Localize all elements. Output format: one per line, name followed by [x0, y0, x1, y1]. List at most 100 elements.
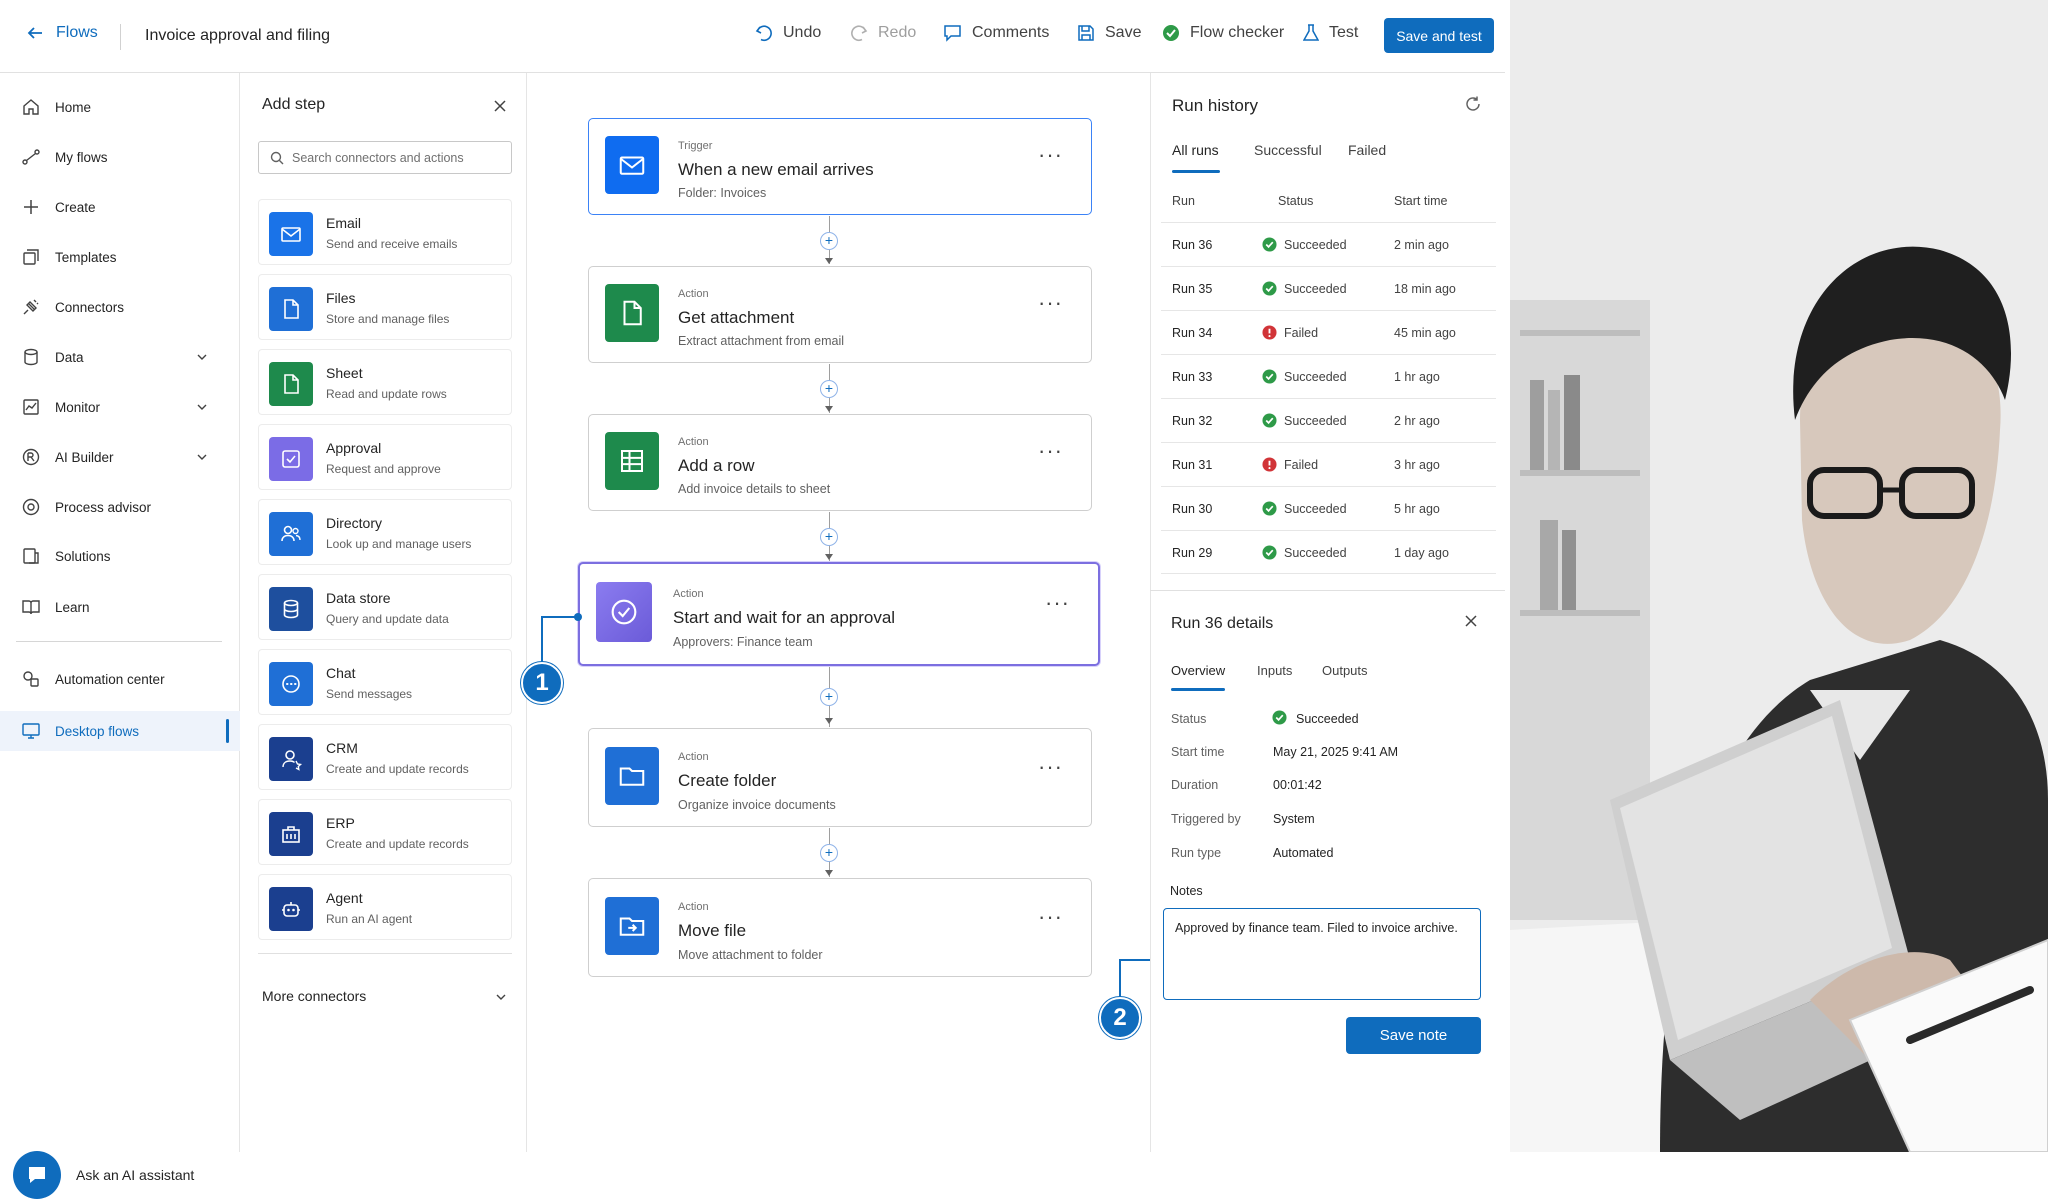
flow-step-trigger[interactable]: Trigger When a new email arrives Folder:…	[588, 118, 1092, 215]
more-connectors-toggle[interactable]: More connectors	[262, 988, 366, 1004]
table-row[interactable]: Run 31 Failed 3 hr ago	[1161, 442, 1496, 486]
redo-button[interactable]: Redo	[850, 24, 916, 42]
file-icon	[623, 300, 642, 326]
more-options-icon[interactable]: ···	[1038, 144, 1063, 166]
chat-connector-tile	[269, 662, 313, 706]
success-check-icon	[1262, 237, 1277, 252]
undo-button[interactable]: Undo	[755, 24, 821, 42]
nav-item-templates[interactable]: Templates	[0, 237, 240, 277]
nav-label: AI Builder	[55, 449, 114, 465]
close-icon[interactable]	[1464, 614, 1478, 628]
nav-item-create[interactable]: Create	[0, 187, 240, 227]
add-step-plus-button[interactable]: +	[820, 688, 838, 706]
ai-assistant-button[interactable]	[13, 1151, 61, 1199]
nav-item-my-flows[interactable]: My flows	[0, 137, 240, 177]
success-check-icon	[1262, 413, 1277, 428]
step-kind: Action	[678, 288, 709, 300]
tab-overview[interactable]: Overview	[1171, 663, 1225, 678]
tab-underline	[1171, 688, 1225, 691]
callout-badge-2: 2	[1099, 997, 1141, 1039]
chevron-down-icon[interactable]	[495, 991, 507, 1003]
nav-item-data[interactable]: Data	[0, 337, 240, 377]
table-row[interactable]: Run 32 Succeeded 2 hr ago	[1161, 398, 1496, 442]
table-row[interactable]: Run 29 Succeeded 1 day ago	[1161, 530, 1496, 574]
nav-item-connectors[interactable]: Connectors	[0, 287, 240, 327]
directory-connector-tile	[269, 512, 313, 556]
nav-item-solutions[interactable]: Solutions	[0, 536, 240, 576]
tab-failed[interactable]: Failed	[1348, 142, 1386, 158]
automation-center-icon	[23, 671, 39, 687]
ai-assistant-label[interactable]: Ask an AI assistant	[76, 1167, 194, 1183]
more-options-icon[interactable]: ···	[1038, 440, 1063, 462]
connector-files[interactable]: Files Store and manage files	[258, 274, 512, 340]
connector-crm[interactable]: CRM Create and update records	[258, 724, 512, 790]
step-title: Start and wait for an approval	[673, 608, 896, 627]
run-start-time: 1 hr ago	[1394, 370, 1440, 384]
flow-step-get-attachment[interactable]: Action Get attachment Extract attachment…	[588, 266, 1092, 363]
add-step-plus-button[interactable]: +	[820, 232, 838, 250]
table-row[interactable]: Run 33 Succeeded 1 hr ago	[1161, 354, 1496, 398]
connector-desc: Look up and manage users	[326, 537, 472, 551]
connector-directory[interactable]: Directory Look up and manage users	[258, 499, 512, 565]
tab-all-runs[interactable]: All runs	[1172, 142, 1219, 158]
arrow-down-icon	[825, 870, 833, 876]
tab-successful[interactable]: Successful	[1254, 142, 1322, 158]
back-to-flows-link[interactable]: Flows	[26, 24, 98, 42]
connector-chat[interactable]: Chat Send messages	[258, 649, 512, 715]
step-title: Create folder	[678, 771, 777, 790]
refresh-icon[interactable]	[1464, 95, 1482, 113]
connector-data-store[interactable]: Data store Query and update data	[258, 574, 512, 640]
table-row[interactable]: Run 36 Succeeded 2 min ago	[1161, 222, 1496, 266]
more-options-icon[interactable]: ···	[1038, 292, 1063, 314]
tab-inputs[interactable]: Inputs	[1257, 663, 1292, 678]
more-options-icon[interactable]: ···	[1038, 756, 1063, 778]
connector-approval[interactable]: Approval Request and approve	[258, 424, 512, 490]
table-row[interactable]: Run 34 Failed 45 min ago	[1161, 310, 1496, 354]
flow-step-approval[interactable]: Action Start and wait for an approval Ap…	[578, 562, 1100, 666]
table-row[interactable]: Run 30 Succeeded 5 hr ago	[1161, 486, 1496, 530]
search-input[interactable]	[292, 150, 502, 165]
more-options-icon[interactable]: ···	[1038, 906, 1063, 928]
callout-1-leader	[541, 613, 582, 662]
nav-item-process-advisor[interactable]: Process advisor	[0, 487, 240, 527]
add-step-plus-button[interactable]: +	[820, 380, 838, 398]
nav-item-desktop-flows[interactable]: Desktop flows	[0, 711, 240, 751]
nav-item-monitor[interactable]: Monitor	[0, 387, 240, 427]
nav-item-home[interactable]: Home	[0, 87, 240, 127]
flow-checker-button[interactable]: Flow checker	[1162, 24, 1284, 42]
more-options-icon[interactable]: ···	[1045, 592, 1070, 614]
step-title: Get attachment	[678, 308, 795, 327]
table-row[interactable]: Run 35 Succeeded 18 min ago	[1161, 266, 1496, 310]
nav-item-automation-center[interactable]: Automation center	[0, 659, 240, 699]
add-step-plus-button[interactable]: +	[820, 844, 838, 862]
notes-textarea[interactable]	[1163, 908, 1481, 1000]
run-history-title: Run history	[1172, 96, 1258, 115]
chat-bubble-icon	[29, 1167, 45, 1183]
left-navigation: Home My flows Create Templates Connector…	[0, 73, 240, 1199]
connector-name: Sheet	[326, 365, 363, 381]
flow-step-create-folder[interactable]: Action Create folder Organize invoice do…	[588, 728, 1092, 827]
run-status: Succeeded	[1284, 502, 1347, 516]
move-file-icon	[619, 917, 645, 936]
flow-step-add-row[interactable]: Action Add a row Add invoice details to …	[588, 414, 1092, 511]
comments-button[interactable]: Comments	[943, 24, 1049, 42]
nav-item-learn[interactable]: Learn	[0, 587, 240, 627]
add-step-plus-button[interactable]: +	[820, 528, 838, 546]
test-button[interactable]: Test	[1303, 24, 1358, 42]
save-note-button[interactable]: Save note	[1346, 1017, 1481, 1054]
ai-builder-icon	[22, 448, 40, 466]
nav-item-ai-builder[interactable]: AI Builder	[0, 437, 240, 477]
tab-outputs[interactable]: Outputs	[1322, 663, 1368, 678]
connector-agent[interactable]: Agent Run an AI agent	[258, 874, 512, 940]
save-and-test-button[interactable]: Save and test	[1384, 18, 1494, 53]
connector-email[interactable]: Email Send and receive emails	[258, 199, 512, 265]
connector-erp[interactable]: ERP Create and update records	[258, 799, 512, 865]
flow-step-move-file[interactable]: Action Move file Move attachment to fold…	[588, 878, 1092, 977]
crm-connector-tile	[269, 737, 313, 781]
step-kind: Action	[678, 901, 709, 913]
save-button[interactable]: Save	[1077, 24, 1141, 42]
connector-sheet[interactable]: Sheet Read and update rows	[258, 349, 512, 415]
nav-label: My flows	[55, 149, 108, 165]
close-icon[interactable]	[493, 99, 507, 113]
run-start-time: 45 min ago	[1394, 326, 1456, 340]
